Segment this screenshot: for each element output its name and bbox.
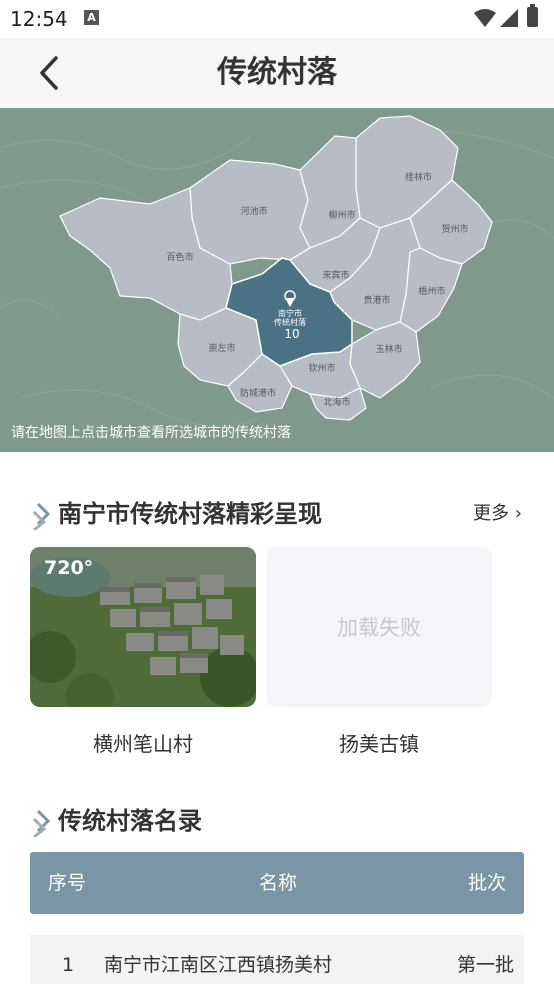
map-selected-sub: 传统村落	[274, 317, 306, 327]
map-label-fangchenggang: 防城港市	[240, 387, 276, 399]
section-diamond-icon	[32, 809, 51, 837]
panorama-badge: 720°	[44, 557, 94, 579]
highlights-title: 南宁市传统村落精彩呈现	[30, 494, 322, 530]
map-selected-city: 南宁市	[278, 308, 302, 318]
wifi-icon	[474, 9, 496, 27]
load-failed-text: 加载失败	[337, 616, 421, 640]
map-selected-count: 10	[284, 327, 299, 341]
more-link[interactable]: 更多 ›	[473, 499, 522, 525]
table-header: 序号 名称 批次	[30, 852, 524, 914]
map-label-hezhou: 贺州市	[441, 223, 468, 235]
map-label-baise: 百色市	[166, 251, 193, 263]
chevron-right-icon: ›	[509, 503, 522, 524]
row-index: 1	[62, 954, 75, 976]
app-header: 传统村落	[0, 38, 554, 108]
map-svg: 南宁市 传统村落 10 桂林市 河池市 柳州市 贺州市 百色市 来宾市 梧州市 …	[0, 115, 554, 427]
notification-a-icon: A	[84, 10, 99, 25]
column-index: 序号	[48, 872, 87, 894]
column-name: 名称	[259, 872, 298, 894]
village-card-image[interactable]: 720°	[30, 547, 256, 707]
map-label-laibin: 来宾市	[322, 269, 349, 281]
map-label-guigang: 贵港市	[363, 294, 390, 306]
map-label-hechi: 河池市	[240, 205, 267, 217]
map-hint: 请在地图上点击城市查看所选城市的传统村落	[11, 425, 291, 441]
column-batch: 批次	[467, 872, 506, 894]
row-name: 南宁市江南区江西镇扬美村	[104, 954, 333, 976]
status-time: 12:54	[10, 7, 68, 31]
map-label-liuzhou: 柳州市	[328, 209, 355, 221]
region-map: 南宁市 传统村落 10 桂林市 河池市 柳州市 贺州市 百色市 来宾市 梧州市 …	[0, 108, 554, 452]
village-card-image-failed[interactable]: 加载失败	[266, 547, 492, 707]
map-label-chongzuo: 崇左市	[208, 342, 235, 354]
map-label-wuzhou: 梧州市	[418, 285, 445, 297]
map-label-qinzhou: 钦州市	[308, 362, 335, 374]
village-card-label: 横州笔山村	[93, 732, 193, 756]
row-batch: 第一批	[456, 954, 514, 976]
directory-title: 传统村落名录	[30, 801, 202, 837]
signal-icon	[500, 9, 518, 27]
status-bar: 12:54 A	[0, 0, 554, 38]
table-row[interactable]: 1 南宁市江南区江西镇扬美村 第一批	[30, 935, 524, 984]
battery-icon	[527, 4, 538, 27]
more-label: 更多	[473, 503, 510, 524]
directory-title-text: 传统村落名录	[58, 806, 202, 835]
map-region-yulin[interactable]	[349, 321, 421, 399]
village-card-label: 扬美古镇	[339, 732, 419, 756]
map-label-yulin: 玉林市	[375, 343, 402, 355]
page-title: 传统村落	[217, 55, 337, 90]
section-diamond-icon	[32, 502, 51, 530]
map-label-guilin: 桂林市	[405, 171, 432, 183]
map-label-beihai: 北海市	[323, 396, 350, 408]
highlights-title-text: 南宁市传统村落精彩呈现	[58, 499, 322, 528]
